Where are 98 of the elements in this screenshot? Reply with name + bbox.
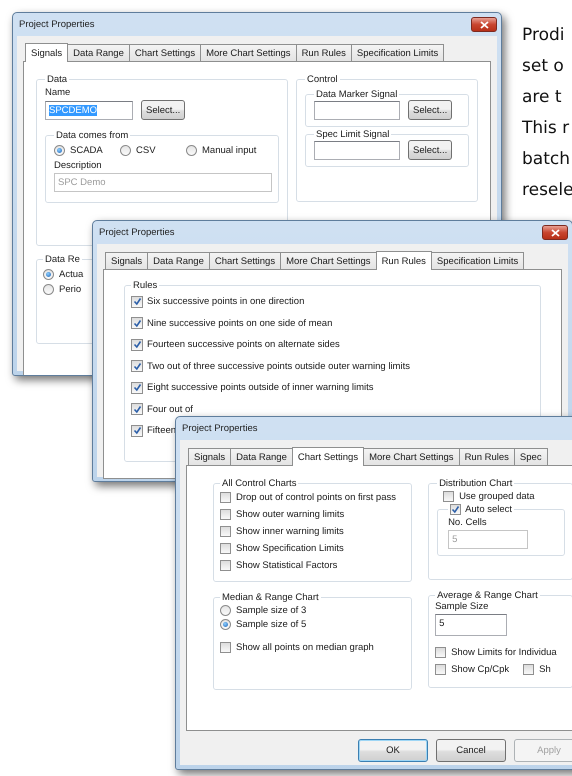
checkbox-label: Show outer warning limits bbox=[236, 509, 344, 520]
signal-field[interactable] bbox=[314, 100, 400, 120]
group-label: Data comes from bbox=[55, 130, 130, 141]
tab[interactable]: Run Rules bbox=[458, 448, 515, 465]
tab[interactable]: Specification Limits bbox=[350, 44, 444, 61]
close-icon bbox=[480, 20, 488, 28]
radio-label: Actua bbox=[59, 269, 84, 280]
checkbox-label: Auto select bbox=[465, 504, 512, 515]
radio-label: CSV bbox=[136, 145, 156, 156]
field-label: No. Cells bbox=[448, 517, 488, 528]
group-label: Control bbox=[306, 74, 339, 85]
checkbox[interactable] bbox=[220, 543, 231, 554]
select-button[interactable]: Select... bbox=[141, 100, 185, 120]
checkbox-label: Fourteen successive points on alternate sides bbox=[147, 339, 340, 350]
tab[interactable]: Spec bbox=[514, 448, 548, 465]
checkbox[interactable] bbox=[435, 647, 446, 658]
group-label: Distribution Chart bbox=[438, 478, 514, 489]
select-button[interactable]: Select... bbox=[408, 100, 452, 120]
checkbox-label: Eight successive points outside of inner warning limits bbox=[147, 382, 374, 394]
checkbox[interactable] bbox=[523, 664, 534, 675]
checkbox[interactable] bbox=[220, 492, 231, 503]
radio-label: Perio bbox=[59, 284, 82, 295]
group-label: Data Re bbox=[44, 254, 81, 265]
checkbox-label: Two out of three successive points outside outer warning limits bbox=[147, 360, 410, 372]
window-title: Project Properties bbox=[99, 227, 175, 238]
radio-label: SCADA bbox=[70, 145, 103, 156]
tab[interactable]: Signals bbox=[105, 252, 148, 269]
radio-button[interactable] bbox=[120, 145, 131, 156]
radio-button[interactable] bbox=[220, 604, 231, 616]
checkbox-label: Six successive points in one direction bbox=[147, 296, 304, 308]
tab[interactable]: More Chart Settings bbox=[363, 448, 460, 465]
tab[interactable]: Data Range bbox=[67, 44, 130, 61]
tab[interactable]: Chart Settings bbox=[128, 44, 202, 61]
sample-size-field[interactable]: 5 bbox=[435, 614, 508, 636]
tab[interactable]: Data Range bbox=[147, 252, 210, 269]
radio-button[interactable] bbox=[43, 269, 54, 280]
radio-label: Manual input bbox=[202, 145, 256, 156]
checkbox[interactable] bbox=[131, 360, 143, 372]
field-label: Description bbox=[54, 160, 103, 171]
checkbox-label: Drop out of control points on first pass bbox=[236, 492, 396, 503]
checkbox[interactable] bbox=[131, 317, 143, 330]
tab[interactable]: Data Range bbox=[230, 448, 293, 465]
tab[interactable]: More Chart Settings bbox=[280, 252, 377, 269]
checkbox-label: Nine successive points on one side of mean bbox=[147, 318, 332, 329]
checkbox[interactable] bbox=[220, 642, 231, 653]
checkbox[interactable] bbox=[131, 296, 143, 308]
tab[interactable]: Specification Limits bbox=[430, 252, 524, 269]
radio-button[interactable] bbox=[186, 145, 197, 156]
checkbox[interactable] bbox=[443, 491, 454, 502]
checkbox-label: Show inner warning limits bbox=[236, 526, 344, 537]
close-icon bbox=[550, 228, 560, 236]
checkbox[interactable] bbox=[450, 504, 462, 515]
checkbox-label: Show Specification Limits bbox=[236, 543, 344, 554]
signal-field[interactable] bbox=[314, 140, 400, 160]
group-label: Data Marker Signal bbox=[315, 89, 398, 100]
group-label: Data bbox=[46, 74, 68, 85]
radio-label: Sample size of 5 bbox=[236, 618, 306, 630]
checkbox-label: Show Cp/Cpk bbox=[451, 664, 510, 675]
close-button[interactable] bbox=[542, 225, 568, 240]
tab[interactable]: Signals bbox=[188, 448, 232, 465]
checkbox-label: Show all points on median graph bbox=[236, 642, 374, 653]
checkbox[interactable] bbox=[220, 560, 231, 571]
tab[interactable]: Chart Settings bbox=[292, 447, 364, 466]
radio-button[interactable] bbox=[54, 145, 65, 156]
checkbox-label: Fifteen bbox=[147, 425, 176, 436]
tab[interactable]: Run Rules bbox=[296, 44, 352, 61]
radio-button[interactable] bbox=[43, 284, 54, 295]
checkbox[interactable] bbox=[220, 509, 231, 520]
checkbox-label: Show Limits for Individua bbox=[451, 647, 557, 658]
checkbox[interactable] bbox=[131, 424, 143, 437]
checkbox[interactable] bbox=[220, 526, 231, 537]
field-label: Name bbox=[45, 87, 72, 98]
checkbox[interactable] bbox=[131, 338, 143, 351]
group-label: Spec Limit Signal bbox=[315, 129, 390, 140]
checkbox-label: Sh bbox=[539, 664, 551, 675]
dialog-button[interactable]: Cancel bbox=[436, 739, 506, 762]
window-title: Project Properties bbox=[19, 19, 95, 30]
checkbox[interactable] bbox=[435, 664, 446, 675]
group-label: Median & Range Chart bbox=[221, 592, 320, 603]
group-label: All Control Charts bbox=[221, 478, 298, 489]
tab[interactable]: Chart Settings bbox=[208, 252, 282, 269]
radio-button[interactable] bbox=[220, 618, 231, 630]
field-label: Sample Size bbox=[435, 601, 490, 612]
select-button[interactable]: Select... bbox=[408, 140, 452, 160]
radio-label: Sample size of 3 bbox=[236, 604, 306, 616]
checkbox[interactable] bbox=[131, 403, 143, 416]
checkbox-label: Use grouped data bbox=[459, 491, 535, 502]
checkbox-label: Show Statistical Factors bbox=[236, 560, 338, 571]
tab[interactable]: Signals bbox=[25, 43, 68, 62]
checkbox[interactable] bbox=[131, 382, 143, 394]
group-label: Rules bbox=[132, 280, 158, 291]
window-title: Project Properties bbox=[182, 423, 258, 434]
close-button[interactable] bbox=[471, 17, 497, 32]
tab[interactable]: More Chart Settings bbox=[200, 44, 297, 61]
dialog-button[interactable]: OK bbox=[358, 739, 428, 762]
tab[interactable]: Run Rules bbox=[376, 251, 432, 270]
checkbox-label: Four out of bbox=[147, 404, 193, 415]
group-label: Average & Range Chart bbox=[436, 590, 539, 601]
